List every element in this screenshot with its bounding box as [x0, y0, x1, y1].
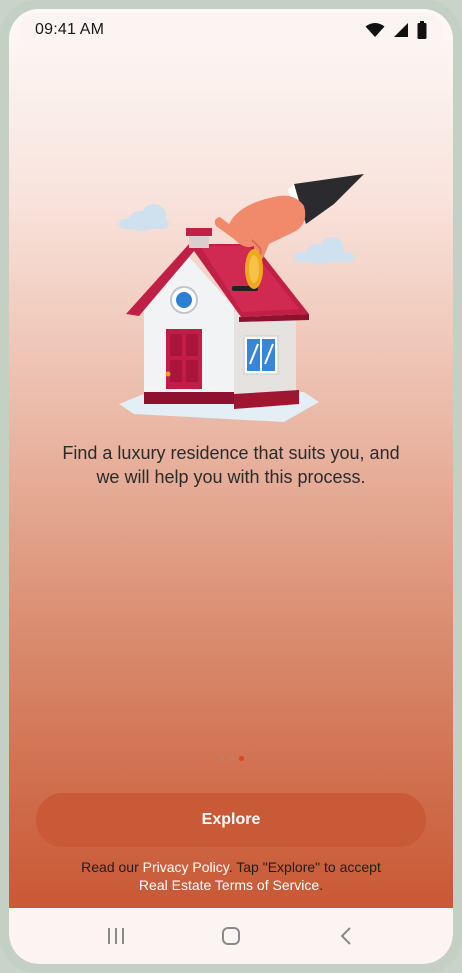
recent-apps-icon [108, 928, 125, 944]
cellular-signal-icon [394, 23, 408, 37]
status-time: 09:41 AM [35, 21, 105, 38]
page-indicator [9, 756, 453, 761]
page-dot-2 [228, 756, 234, 761]
legal-prefix: Read our [81, 859, 143, 875]
house-coin-illustration [119, 174, 364, 422]
cloud-left [119, 204, 169, 231]
legal-notice: Read our Privacy Policy. Tap "Explore" t… [29, 858, 433, 894]
battery-icon [417, 21, 427, 39]
status-icons [365, 21, 427, 39]
back-button[interactable] [326, 921, 366, 951]
phone-screen: 09:41 AM Find a luxury residence that su… [9, 9, 453, 964]
recent-apps-button[interactable] [96, 921, 136, 951]
back-icon [340, 927, 351, 945]
explore-button[interactable]: Explore [36, 793, 426, 847]
wifi-icon [365, 23, 385, 37]
privacy-policy-link[interactable]: Privacy Policy [143, 859, 229, 875]
device-frame: 09:41 AM Find a luxury residence that su… [0, 0, 462, 973]
legal-middle: . Tap "Explore" to accept [228, 859, 381, 875]
cloud-right [294, 237, 354, 264]
system-nav-bar [9, 908, 453, 964]
terms-of-service-link[interactable]: Real Estate Terms of Service [139, 877, 319, 893]
tagline-line-2: we will help you with this process. [96, 467, 366, 487]
home-button[interactable] [211, 921, 251, 951]
page-dot-1 [218, 756, 224, 761]
onboarding-tagline: Find a luxury residence that suits you, … [29, 441, 433, 489]
status-bar: 09:41 AM [19, 13, 443, 47]
page-dot-3-active [238, 756, 244, 761]
legal-suffix: . [319, 877, 324, 893]
tagline-line-1: Find a luxury residence that suits you, … [62, 443, 400, 463]
home-icon [221, 927, 240, 945]
